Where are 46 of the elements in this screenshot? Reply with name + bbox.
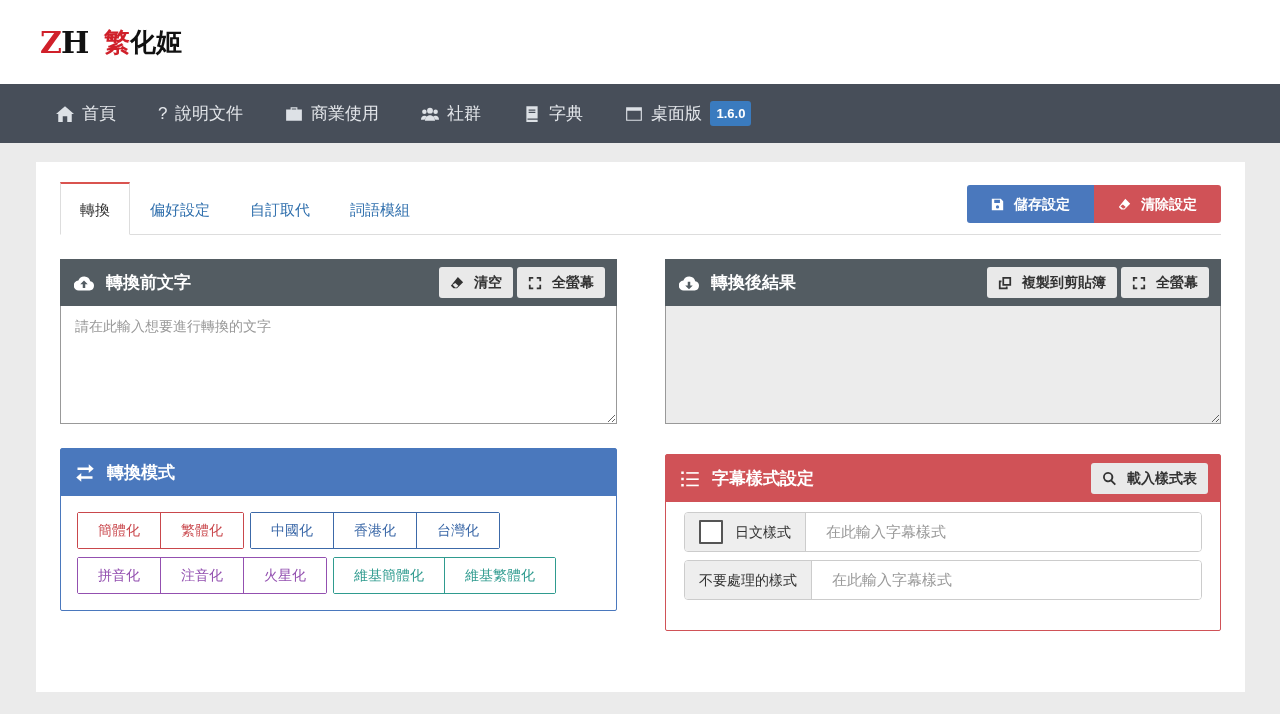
mode-button[interactable]: 拼音化 — [78, 558, 161, 593]
fullscreen-button[interactable]: 全螢幕 — [516, 267, 605, 298]
tab[interactable]: 自訂取代 — [230, 181, 330, 235]
save-settings-button[interactable]: 儲存設定 — [967, 185, 1094, 223]
panel-title: 轉換模式 — [107, 461, 175, 484]
copy-icon — [998, 275, 1012, 290]
field-label: 日文樣式 — [734, 522, 791, 542]
version-badge: 1.6.0 — [710, 100, 752, 127]
home-icon — [56, 104, 74, 123]
fullscreen-button[interactable]: 全螢幕 — [1121, 267, 1209, 298]
nav-link[interactable]: 首頁 — [56, 100, 116, 127]
expand-icon — [527, 275, 542, 290]
window-icon — [625, 104, 644, 123]
input-textarea[interactable]: 請在此輸入想要進行轉換的文字 — [60, 306, 617, 424]
nav-link[interactable]: 社群 — [421, 100, 482, 127]
panel-title: 轉換後結果 — [710, 271, 796, 294]
nav-link[interactable]: 字典 — [523, 100, 584, 127]
field-label: 不要處理的樣式 — [698, 570, 797, 590]
expand-icon — [1132, 275, 1146, 290]
load-stylesheet-button[interactable]: 載入樣式表 — [1091, 463, 1208, 494]
eraser-icon — [449, 275, 464, 290]
tab[interactable]: 偏好設定 — [130, 181, 230, 235]
swap-arrows-icon — [75, 462, 95, 483]
subtitle-style-field[interactable]: 不要處理的樣式 在此輸入字幕樣式 — [683, 560, 1202, 600]
nav-link[interactable]: ? 說明文件 — [158, 100, 244, 127]
eraser-icon — [1118, 197, 1131, 211]
logo-mark[interactable]: ZH — [40, 19, 89, 65]
save-icon — [991, 197, 1004, 211]
panel-title: 轉換前文字 — [106, 271, 191, 294]
mode-button[interactable]: 維基簡體化 — [334, 558, 445, 593]
tab[interactable]: 轉換 — [60, 181, 130, 235]
briefcase-icon — [285, 104, 304, 123]
clear-button[interactable]: 清空 — [438, 267, 513, 298]
nav-link[interactable]: 商業使用 — [285, 100, 380, 127]
logo-name[interactable]: 繁化姬 — [104, 22, 183, 62]
panel-title: 字幕樣式設定 — [711, 467, 814, 490]
copy-button[interactable]: 複製到剪貼簿 — [987, 267, 1117, 298]
checkbox[interactable] — [698, 520, 723, 544]
search-icon — [1102, 471, 1117, 486]
subtitle-style-field[interactable]: 日文樣式 在此輸入字幕樣式 — [683, 512, 1202, 552]
mode-button[interactable]: 簡體化 — [78, 513, 161, 548]
tab[interactable]: 詞語模組 — [330, 181, 430, 235]
nav-link[interactable]: 桌面版 1.6.0 — [625, 100, 752, 127]
clear-settings-button[interactable]: 清除設定 — [1094, 185, 1221, 223]
mode-button[interactable]: 中國化 — [251, 513, 334, 548]
question-icon: ? — [158, 100, 168, 127]
